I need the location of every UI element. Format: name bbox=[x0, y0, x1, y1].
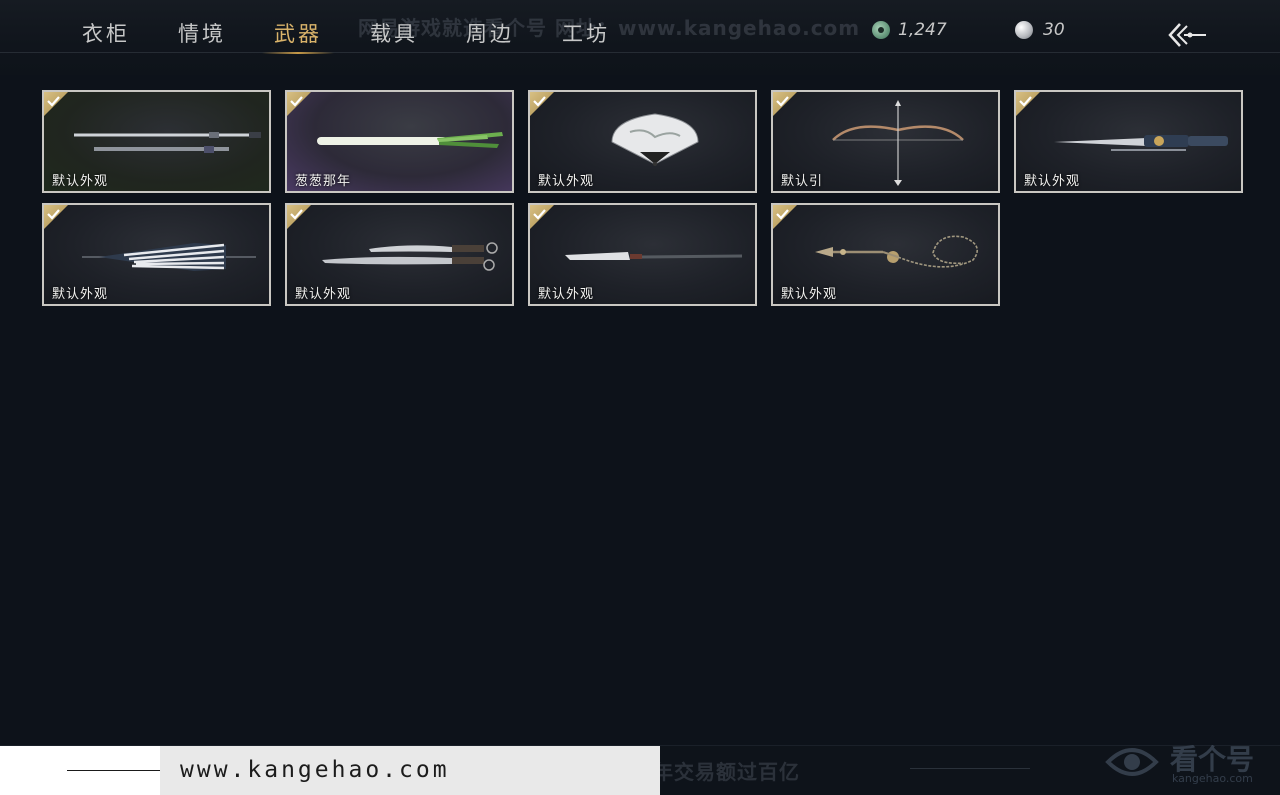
weapon-card-umbrella[interactable]: 默认外观 bbox=[42, 203, 271, 306]
card-label: 默认外观 bbox=[295, 287, 352, 302]
card-label: 默认引 bbox=[781, 174, 824, 189]
weapon-card-twin-sabers[interactable]: 默认外观 bbox=[285, 203, 514, 306]
card-label: 默认外观 bbox=[781, 287, 838, 302]
card-label: 默认外观 bbox=[52, 174, 109, 189]
coin-balance: 1,247 bbox=[872, 20, 947, 40]
card-label: 葱葱那年 bbox=[295, 174, 352, 189]
card-label: 默认外观 bbox=[538, 174, 595, 189]
weapon-card-dual-blade[interactable]: 默认外观 bbox=[1014, 90, 1243, 193]
weapon-card-rope-dart[interactable]: 默认外观 bbox=[771, 203, 1000, 306]
category-tabs: 衣柜 情境 武器 载具 周边 工坊 bbox=[58, 18, 634, 54]
pearl-balance: 30 bbox=[1015, 20, 1065, 40]
bottom-divider bbox=[910, 768, 1030, 769]
weapon-card-glaive[interactable]: 默认外观 bbox=[528, 203, 757, 306]
url-banner-line bbox=[67, 770, 167, 771]
tab-workshop[interactable]: 工坊 bbox=[538, 18, 634, 54]
tab-weapons[interactable]: 武器 bbox=[250, 18, 346, 54]
tab-mounts[interactable]: 载具 bbox=[346, 18, 442, 54]
logo-subtext: kangehao.com bbox=[1172, 772, 1253, 785]
card-label: 默认外观 bbox=[52, 287, 109, 302]
url-text: www.kangehao.com bbox=[180, 757, 450, 783]
pearl-icon bbox=[1015, 21, 1033, 39]
coin-amount: 1,247 bbox=[898, 20, 947, 40]
weapon-skin-grid: 默认外观 葱葱那年 默认外观 默认引 默认外观 默认外观 默认外观 默认外观 默… bbox=[42, 90, 1243, 306]
back-button[interactable] bbox=[1166, 20, 1210, 50]
tab-wardrobe[interactable]: 衣柜 bbox=[58, 18, 154, 54]
tab-accessories[interactable]: 周边 bbox=[442, 18, 538, 54]
pearl-amount: 30 bbox=[1043, 20, 1065, 40]
back-arrow-icon bbox=[1168, 23, 1206, 47]
card-label: 默认外观 bbox=[538, 287, 595, 302]
jade-coin-icon bbox=[872, 21, 890, 39]
tab-scene[interactable]: 情境 bbox=[154, 18, 250, 54]
weapon-card-bow[interactable]: 默认引 bbox=[771, 90, 1000, 193]
weapon-card-sword[interactable]: 默认外观 bbox=[42, 90, 271, 193]
card-label: 默认外观 bbox=[1024, 174, 1081, 189]
weapon-card-scallion[interactable]: 葱葱那年 bbox=[285, 90, 514, 193]
weapon-card-fan[interactable]: 默认外观 bbox=[528, 90, 757, 193]
